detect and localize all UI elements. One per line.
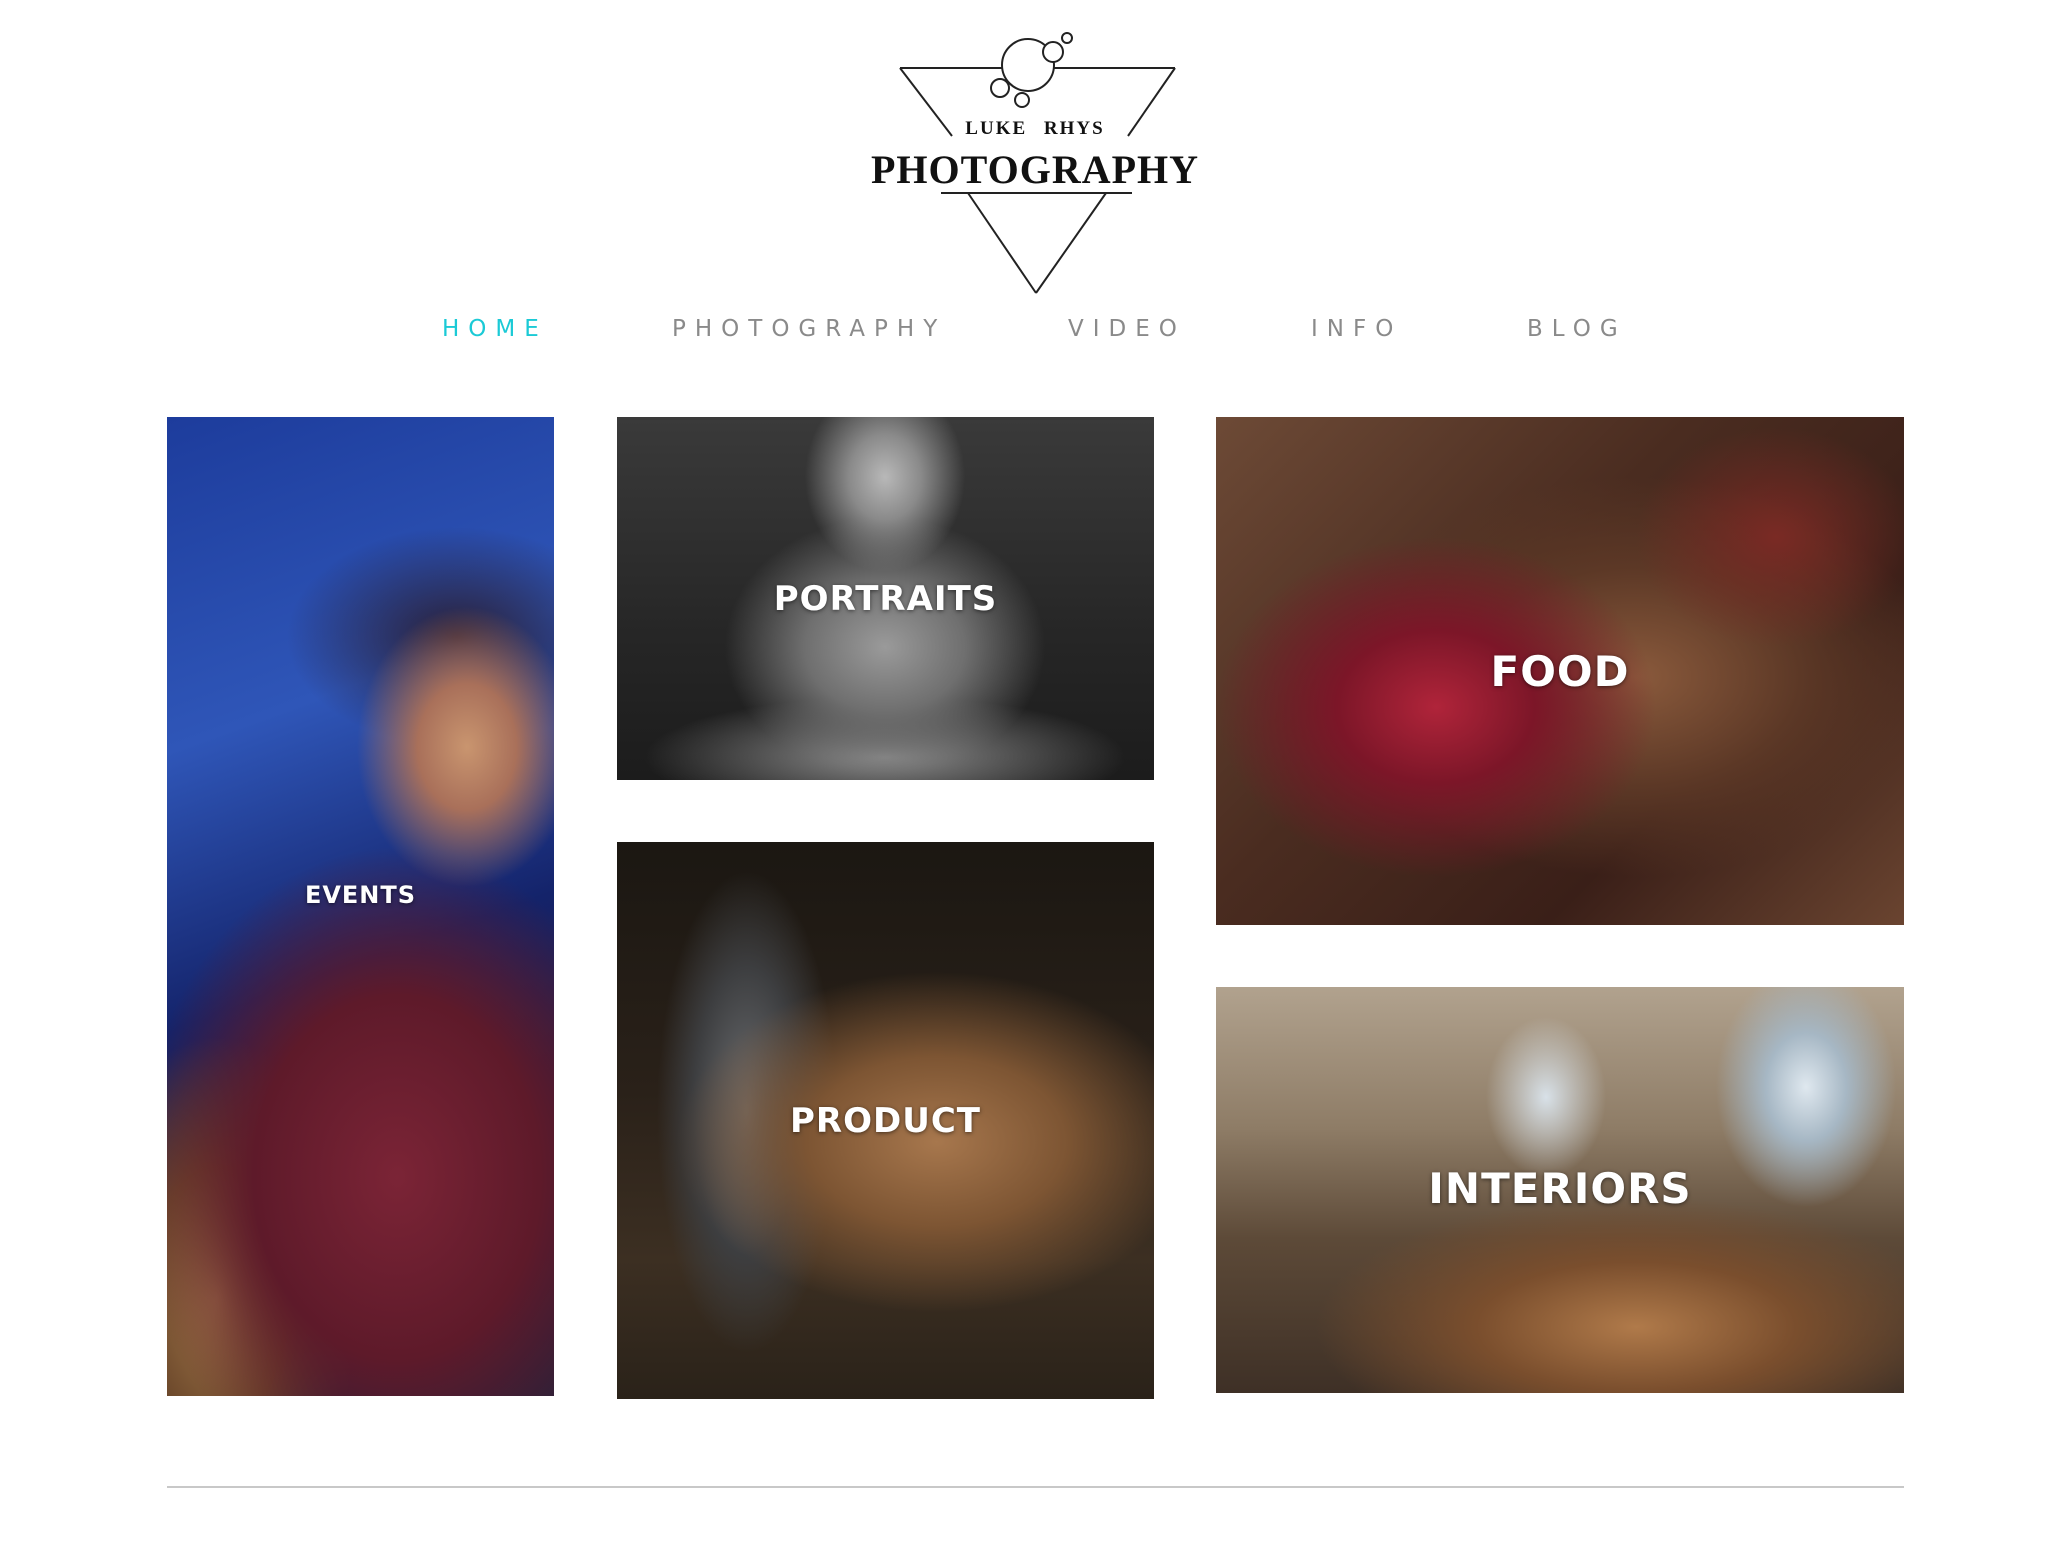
site-logo[interactable]: LUKE RHYS PHOTOGRAPHY [870, 28, 1200, 298]
logo-title-text: PHOTOGRAPHY [870, 147, 1200, 192]
tile-label-interiors: INTERIORS [1428, 1163, 1692, 1213]
nav-item-home[interactable]: HOME [442, 316, 548, 342]
footer-divider [167, 1486, 1904, 1488]
tile-label-portraits: PORTRAITS [773, 578, 998, 619]
tile-label-product: PRODUCT [790, 1100, 981, 1141]
gallery-tile-interiors[interactable]: INTERIORS [1216, 987, 1904, 1393]
nav-item-info[interactable]: INFO [1311, 316, 1402, 342]
nav-item-photography[interactable]: PHOTOGRAPHY [672, 316, 946, 342]
tile-label-food: FOOD [1490, 646, 1630, 696]
nav-item-blog[interactable]: BLOG [1527, 316, 1627, 342]
tile-label-events: EVENTS [304, 880, 417, 909]
gallery-tile-portraits[interactable]: PORTRAITS [617, 417, 1154, 780]
logo-name-text: LUKE RHYS [965, 118, 1105, 139]
gallery-tile-product[interactable]: PRODUCT [617, 842, 1154, 1399]
gallery-tile-food[interactable]: FOOD [1216, 417, 1904, 925]
gallery-tile-events[interactable]: EVENTS [167, 417, 554, 1396]
main-navigation: HOME PHOTOGRAPHY VIDEO INFO BLOG [0, 316, 2062, 356]
page: LUKE RHYS PHOTOGRAPHY HOME PHOTOGRAPHY V… [0, 0, 2062, 1558]
nav-item-video[interactable]: VIDEO [1068, 316, 1186, 342]
